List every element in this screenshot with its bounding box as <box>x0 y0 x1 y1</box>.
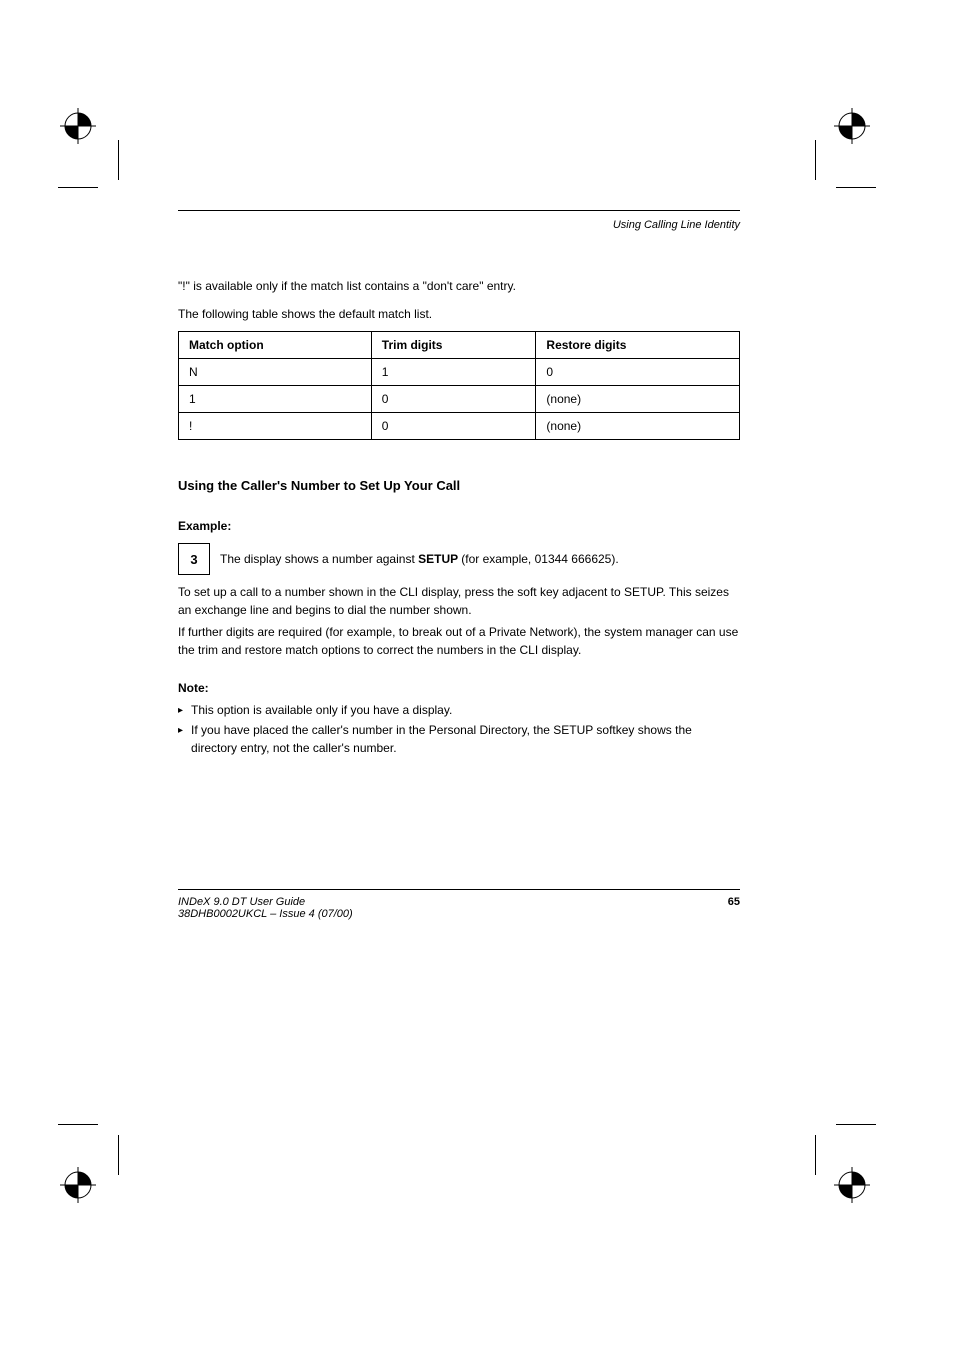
crop-mark <box>836 187 876 188</box>
example-text-after: (for example, 01344 666625). <box>461 552 618 566</box>
table-header: Match option <box>179 332 372 359</box>
note-list: ▸ This option is available only if you h… <box>178 701 740 757</box>
crop-mark <box>118 140 119 180</box>
table-cell: 0 <box>371 413 536 440</box>
bullet-icon: ▸ <box>178 723 183 738</box>
table-cell: 0 <box>536 359 740 386</box>
intro-text: "!" is available only if the match list … <box>178 279 740 293</box>
table-header: Restore digits <box>536 332 740 359</box>
example-row: 3 The display shows a number against SET… <box>178 543 740 575</box>
table-cell: ! <box>179 413 372 440</box>
match-list-table: Match option Trim digits Restore digits … <box>178 331 740 440</box>
page-content: Using Calling Line Identity "!" is avail… <box>178 210 740 920</box>
footer-subtitle: 38DHB0002UKCL – Issue 4 (07/00) <box>178 908 353 920</box>
footer-title: INDeX 9.0 DT User Guide <box>178 896 305 908</box>
registration-mark-icon <box>834 108 870 144</box>
paragraph: To set up a call to a number shown in th… <box>178 583 740 619</box>
table-caption: The following table shows the default ma… <box>178 307 740 321</box>
example-text-part: The display shows a number against <box>220 552 418 566</box>
key-icon: 3 <box>178 543 210 575</box>
table-header: Trim digits <box>371 332 536 359</box>
table-header-row: Match option Trim digits Restore digits <box>179 332 740 359</box>
table-cell: (none) <box>536 386 740 413</box>
paragraph: If further digits are required (for exam… <box>178 623 740 659</box>
list-item: ▸ This option is available only if you h… <box>178 701 740 719</box>
section-heading: Using the Caller's Number to Set Up Your… <box>178 478 740 493</box>
table-row: 1 0 (none) <box>179 386 740 413</box>
crop-mark <box>58 1124 98 1125</box>
crop-mark <box>118 1135 119 1175</box>
table-cell: N <box>179 359 372 386</box>
crop-mark <box>815 1135 816 1175</box>
table-cell: (none) <box>536 413 740 440</box>
page-footer: INDeX 9.0 DT User Guide 65 38DHB0002UKCL… <box>178 896 740 920</box>
example-bold: SETUP <box>418 552 461 566</box>
crop-mark <box>815 140 816 180</box>
table-cell: 0 <box>371 386 536 413</box>
table-cell: 1 <box>179 386 372 413</box>
example-label: Example: <box>178 519 740 533</box>
list-item: ▸ If you have placed the caller's number… <box>178 721 740 757</box>
registration-mark-icon <box>60 1167 96 1203</box>
example-text: The display shows a number against SETUP… <box>220 543 619 568</box>
page-header: Using Calling Line Identity <box>178 219 740 231</box>
page-number: 65 <box>728 896 740 908</box>
crop-mark <box>836 1124 876 1125</box>
note-heading: Note: <box>178 681 740 695</box>
list-text: This option is available only if you hav… <box>191 701 452 719</box>
table-row: ! 0 (none) <box>179 413 740 440</box>
registration-mark-icon <box>60 108 96 144</box>
table-row: N 1 0 <box>179 359 740 386</box>
crop-mark <box>58 187 98 188</box>
body-text: To set up a call to a number shown in th… <box>178 583 740 659</box>
bullet-icon: ▸ <box>178 703 183 718</box>
registration-mark-icon <box>834 1167 870 1203</box>
table-cell: 1 <box>371 359 536 386</box>
list-text: If you have placed the caller's number i… <box>191 721 740 757</box>
